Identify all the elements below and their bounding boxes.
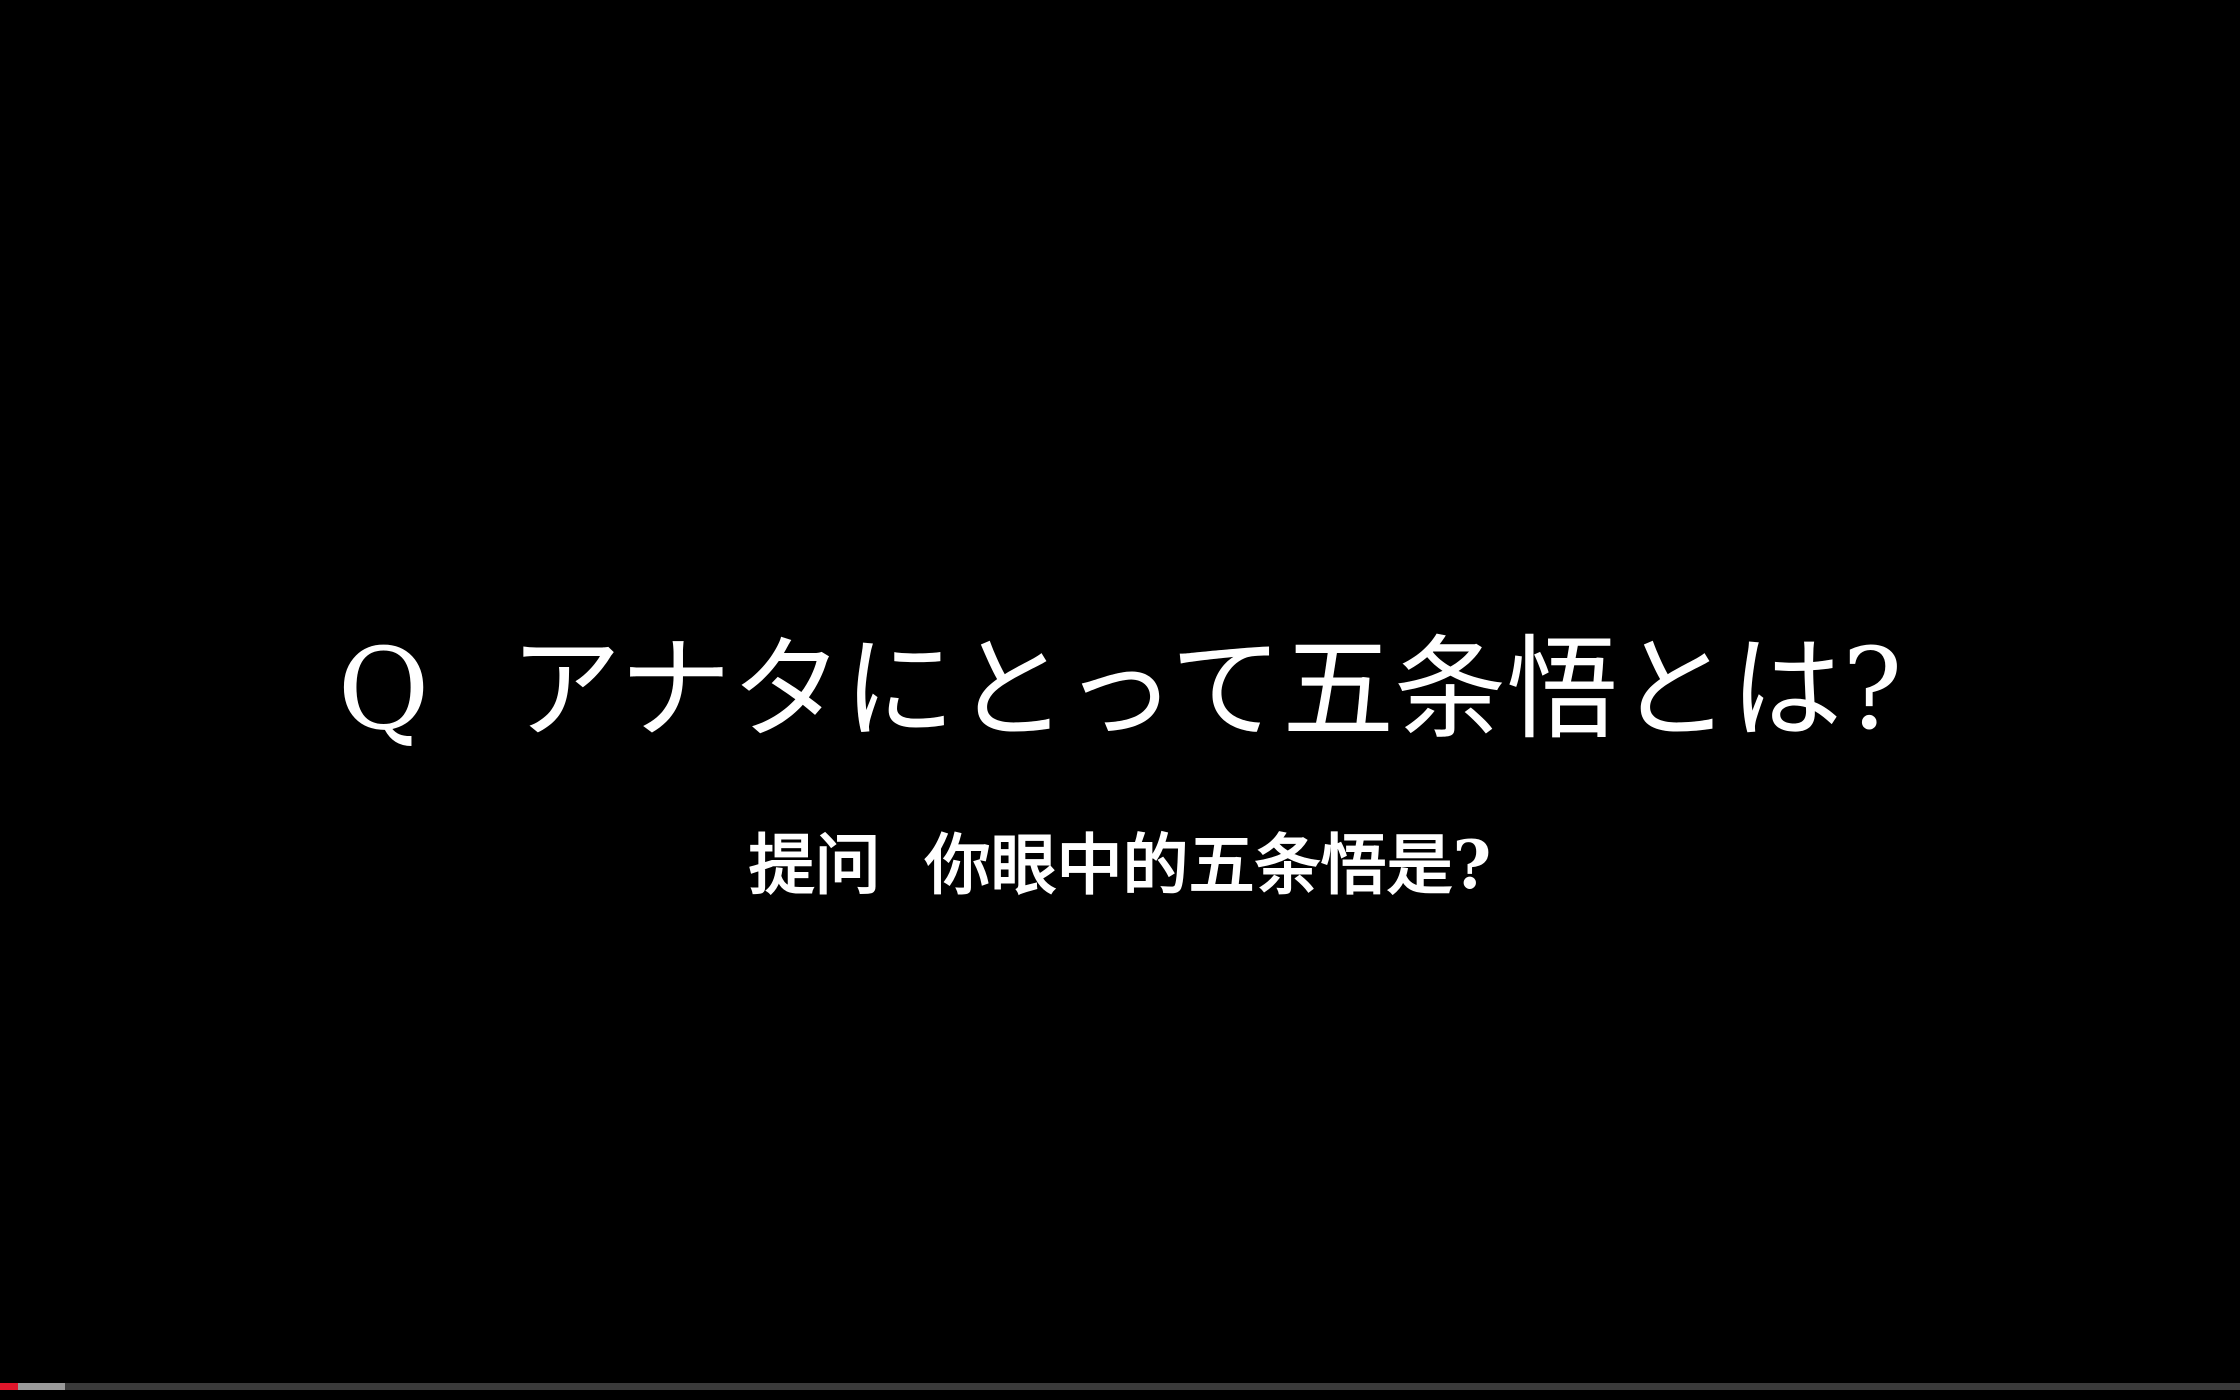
caption-question: Q アナタにとって五条悟とは? bbox=[0, 620, 2240, 760]
video-player[interactable]: Q アナタにとって五条悟とは? 提问 你眼中的五条悟是? bbox=[0, 0, 2240, 1400]
caption-translation-text: 你眼中的五条悟是? bbox=[924, 826, 1492, 904]
caption-translation: 提问 你眼中的五条悟是? bbox=[0, 820, 2240, 910]
progress-played bbox=[0, 1383, 18, 1390]
progress-bar[interactable] bbox=[0, 1383, 2240, 1390]
caption-translation-label: 提问 bbox=[748, 826, 881, 904]
caption-question-letter: Q bbox=[337, 625, 430, 755]
caption-question-text: アナタにとって五条悟とは? bbox=[509, 625, 1903, 755]
video-frame[interactable]: Q アナタにとって五条悟とは? 提问 你眼中的五条悟是? bbox=[0, 0, 2240, 1380]
